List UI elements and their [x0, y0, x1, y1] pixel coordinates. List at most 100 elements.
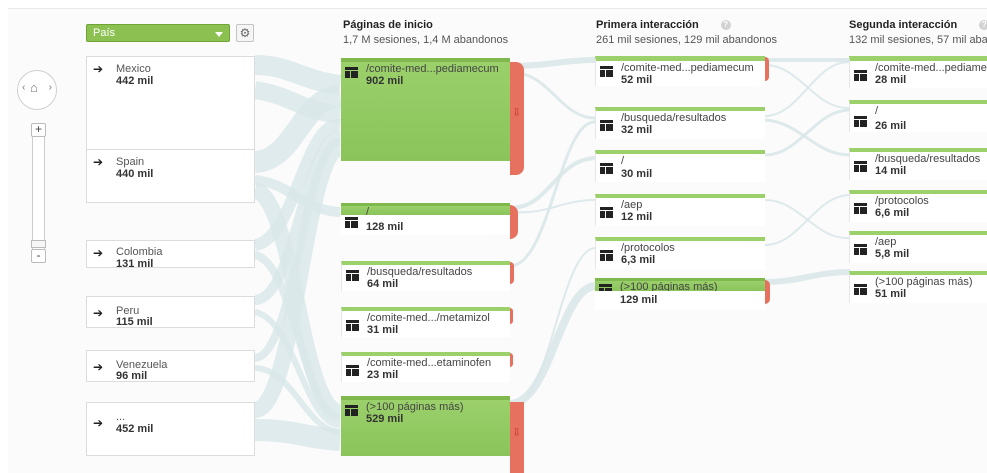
second-interaction-node[interactable]: / 26 mil [849, 100, 987, 132]
country-value: 442 mil [116, 75, 154, 87]
country-name: Colombia [116, 246, 163, 258]
country-value: 115 mil [116, 316, 153, 328]
second-interaction-node[interactable]: /protocolos 6,6 mil [849, 190, 987, 222]
entry-arrow-icon: ➔ [93, 155, 104, 169]
dropoff-bar[interactable] [510, 353, 513, 367]
second-interaction-node[interactable]: /aep 5,8 mil [849, 231, 987, 263]
dropoff-bar[interactable] [765, 280, 770, 304]
pan-left-icon[interactable]: ‹ [22, 82, 25, 93]
country-node[interactable]: ➔ Spain 440 mil [86, 149, 255, 203]
page-name: /busqueda/resultados [875, 153, 981, 165]
country-node[interactable]: ➔ Colombia 131 mil [86, 240, 255, 270]
page-name: /comite-med...etaminofen [367, 357, 492, 369]
country-name: Spain [116, 156, 145, 168]
flow-visualization: Páginas de inicio 1,7 M sesiones, 1,4 M … [0, 0, 987, 473]
remove-column-icon[interactable]: ? [720, 20, 731, 31]
pan-right-icon[interactable]: › [49, 82, 52, 93]
page-icon [346, 320, 359, 331]
page-value: 14 mil [875, 165, 907, 177]
page-icon [346, 270, 359, 281]
page-icon [854, 70, 867, 81]
second-interaction-node[interactable]: /busqueda/resultados 14 mil [849, 148, 987, 180]
first-interaction-node[interactable]: /protocolos 6,3 mil [595, 237, 765, 269]
page-value: 902 mil [366, 75, 404, 87]
page-icon [600, 120, 613, 131]
page-value: 6,3 mil [621, 254, 656, 266]
column-title: Páginas de inicio [343, 19, 433, 31]
page-name: /comite-med...pediamecum [366, 63, 499, 75]
page-icon [600, 250, 613, 261]
zoom-slider-handle[interactable] [31, 240, 46, 248]
first-interaction-node[interactable]: /aep 12 mil [595, 194, 765, 226]
page-name: /aep [875, 236, 897, 248]
page-value: 30 mil [621, 168, 653, 180]
landing-page-node[interactable]: /comite-med.../metamizol 31 mil [341, 307, 510, 337]
column-header-landing: Páginas de inicio 1,7 M sesiones, 1,4 M … [343, 19, 508, 46]
dropoff-bar[interactable] [510, 205, 518, 239]
country-node[interactable]: ➔ Venezuela 96 mil [86, 350, 255, 382]
gear-icon[interactable]: ⚙ [236, 24, 254, 42]
entry-arrow-icon: ➔ [93, 360, 104, 374]
first-interaction-node[interactable]: (>100 páginas más) [595, 278, 765, 295]
column-title: Primera interacción [596, 19, 699, 31]
landing-page-node[interactable]: /comite-med...etaminofen 23 mil [341, 352, 510, 382]
landing-page-node[interactable]: / [341, 203, 510, 218]
country-node[interactable]: ➔ ... 452 mil [86, 402, 255, 456]
country-node[interactable]: ➔ Peru 115 mil [86, 296, 255, 328]
dropoff-arrow-icon: ⇩ [512, 427, 522, 439]
page-icon [600, 163, 613, 174]
landing-page-node-body[interactable]: 128 mil [341, 215, 510, 235]
page-value: 64 mil [367, 278, 399, 290]
page-value: 26 mil [875, 120, 907, 132]
page-value: 529 mil [366, 413, 404, 425]
page-value: 128 mil [366, 221, 404, 233]
country-name: ... [116, 411, 126, 423]
page-name: / [621, 155, 625, 167]
first-interaction-node[interactable]: /busqueda/resultados 32 mil [595, 107, 765, 139]
zoom-in-button[interactable]: + [31, 123, 46, 137]
page-name: /aep [621, 199, 643, 211]
first-interaction-node-body[interactable]: 129 mil [595, 291, 765, 309]
page-value: 12 mil [621, 211, 653, 223]
page-icon [854, 284, 867, 295]
dropoff-arrow-icon: ⇩ [512, 107, 522, 119]
entry-arrow-icon: ➔ [93, 246, 104, 260]
pan-control[interactable]: ‹ ⌂ › [17, 70, 57, 110]
page-icon [600, 66, 613, 77]
home-icon[interactable]: ⌂ [30, 80, 38, 95]
remove-column-icon[interactable]: ? [979, 20, 987, 31]
entry-arrow-icon: ➔ [93, 62, 104, 76]
country-node[interactable]: ➔ Mexico 442 mil [86, 56, 255, 150]
dropoff-bar[interactable]: ⇩ [510, 402, 524, 473]
caret-down-icon [215, 32, 223, 37]
first-interaction-node[interactable]: / 30 mil [595, 150, 765, 182]
second-interaction-node[interactable]: /comite-med...pediamecum 28 mil [849, 56, 987, 88]
dimension-select[interactable]: País [86, 24, 230, 42]
page-name: /busqueda/resultados [621, 112, 727, 124]
dropoff-bar[interactable] [765, 57, 769, 81]
landing-page-node[interactable]: /busqueda/resultados 64 mil [341, 261, 510, 291]
first-interaction-node[interactable]: /comite-med...pediamecum 52 mil [595, 56, 765, 86]
page-value: 129 mil [620, 294, 658, 306]
column-subtitle: 132 mil sesiones, 57 mil abandonos [849, 34, 987, 46]
landing-page-node[interactable]: /comite-med...pediamecum 902 mil [341, 58, 510, 161]
landing-page-node[interactable]: (>100 páginas más) 529 mil [341, 396, 510, 456]
zoom-slider-track[interactable] [32, 137, 45, 249]
page-icon [854, 161, 867, 172]
page-value: 6,6 mil [875, 207, 910, 219]
column-header-second-interaction: Segunda interacción? 132 mil sesiones, 5… [849, 19, 987, 46]
page-name: (>100 páginas más) [366, 401, 464, 413]
page-value: 31 mil [367, 324, 399, 336]
page-value: 32 mil [621, 124, 653, 136]
page-icon [854, 116, 867, 127]
second-interaction-node[interactable]: (>100 páginas más) 51 mil [849, 271, 987, 303]
column-title: Segunda interacción [849, 19, 958, 31]
dropoff-bar[interactable]: ⇩ [510, 62, 524, 175]
page-name: / [875, 105, 879, 117]
zoom-out-button[interactable]: - [31, 249, 46, 263]
page-name: /comite-med...pediamecum [621, 62, 754, 74]
page-value: 28 mil [875, 74, 907, 86]
column-subtitle: 261 mil sesiones, 129 mil abandonos [596, 34, 778, 46]
dropoff-bar[interactable] [510, 308, 513, 324]
dropoff-bar[interactable] [510, 262, 514, 284]
